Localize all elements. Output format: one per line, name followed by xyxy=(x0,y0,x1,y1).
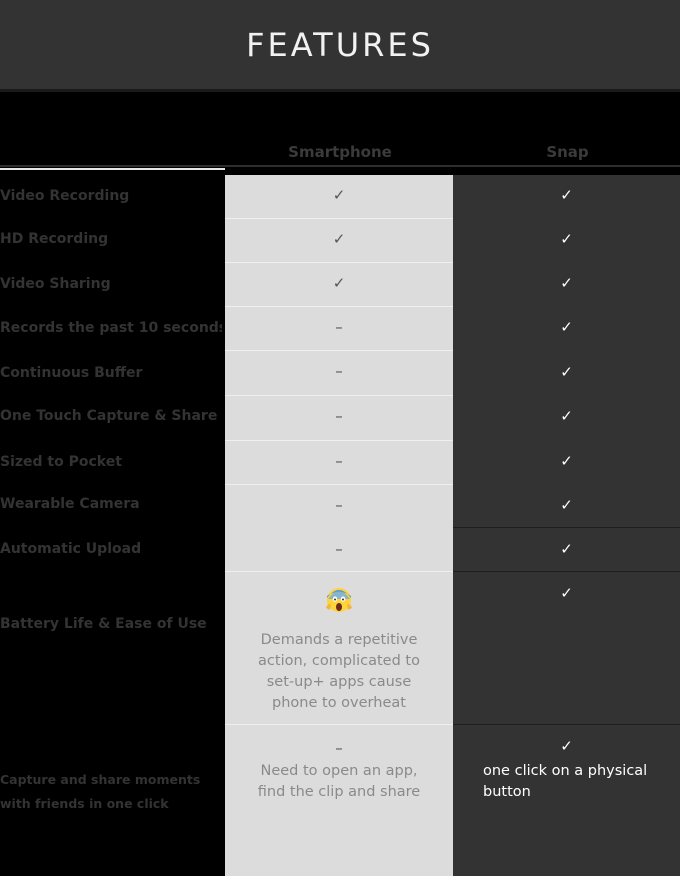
feature-row: Records the past 10 seconds – ✓ xyxy=(0,307,680,350)
feature-label: Wearable Camera xyxy=(0,496,140,512)
feature-row: HD Recording ✓ ✓ xyxy=(0,219,680,262)
phone-cell: Demands a repetitive action, complicated… xyxy=(225,586,453,714)
phone-check-icon: ✓ xyxy=(332,186,346,204)
feature-label: Continuous Buffer xyxy=(0,365,143,381)
phone-check-icon: ✓ xyxy=(332,274,346,292)
feature-label: Video Recording xyxy=(0,188,130,204)
feature-row: Battery Life & Ease of Use Demands a rep… xyxy=(0,572,680,724)
column-header-device: Snap xyxy=(546,143,589,161)
phone-dash-icon: – xyxy=(335,362,343,380)
device-check-icon: ✓ xyxy=(560,363,573,381)
device-check-icon: ✓ xyxy=(560,186,573,204)
feature-row: Automatic Upload – ✓ xyxy=(0,528,680,571)
column-header-phone: Smartphone xyxy=(288,143,392,161)
feature-row: One Touch Capture & Share – ✓ xyxy=(0,396,680,440)
feature-label: Capture and share moments with friends i… xyxy=(0,772,201,811)
header-divider xyxy=(0,165,680,167)
feature-label: Records the past 10 seconds xyxy=(0,320,222,336)
feature-row: Video Sharing ✓ ✓ xyxy=(0,263,680,306)
feature-label: One Touch Capture & Share xyxy=(0,408,218,424)
device-check-icon: ✓ xyxy=(560,274,573,292)
device-check-icon: ✓ xyxy=(560,452,573,470)
phone-dash-icon: – xyxy=(335,540,343,558)
phone-cell: – Need to open an app, find the clip and… xyxy=(225,739,453,803)
phone-dash-icon: – xyxy=(335,318,343,336)
phone-note: Demands a repetitive action, complicated… xyxy=(258,632,420,711)
header-divider-light xyxy=(0,168,225,170)
device-cell: ✓ one click on a physical button xyxy=(453,737,680,803)
phone-dash-icon: – xyxy=(335,496,343,514)
device-note: one click on a physical button xyxy=(483,763,648,800)
phone-note: Need to open an app, find the clip and s… xyxy=(257,763,421,800)
device-check-icon: ✓ xyxy=(560,584,573,602)
header-bar: FEATURES xyxy=(0,0,680,92)
feature-row: Continuous Buffer – ✓ xyxy=(0,351,680,395)
device-check-icon: ✓ xyxy=(560,230,573,248)
device-check-icon: ✓ xyxy=(560,496,573,514)
feature-label: HD Recording xyxy=(0,231,109,247)
phone-check-icon: ✓ xyxy=(332,230,346,248)
feature-label: Sized to Pocket xyxy=(0,454,122,470)
device-check-icon: ✓ xyxy=(560,540,573,558)
screaming-face-icon xyxy=(326,588,352,612)
phone-dash-icon: – xyxy=(335,407,343,425)
page-title: FEATURES xyxy=(246,25,434,64)
feature-label: Automatic Upload xyxy=(0,541,142,557)
device-check-icon: ✓ xyxy=(560,318,573,336)
feature-label: Battery Life & Ease of Use xyxy=(0,616,207,632)
phone-dash-icon: – xyxy=(335,452,343,470)
device-check-icon: ✓ xyxy=(560,737,573,755)
feature-row: Capture and share moments with friends i… xyxy=(0,725,680,876)
feature-row: Wearable Camera – ✓ xyxy=(0,485,680,528)
phone-dash-icon: – xyxy=(335,739,343,757)
device-check-icon: ✓ xyxy=(560,407,573,425)
feature-row: Video Recording ✓ ✓ xyxy=(0,175,680,218)
feature-row: Sized to Pocket – ✓ xyxy=(0,441,680,484)
feature-label: Video Sharing xyxy=(0,276,111,292)
